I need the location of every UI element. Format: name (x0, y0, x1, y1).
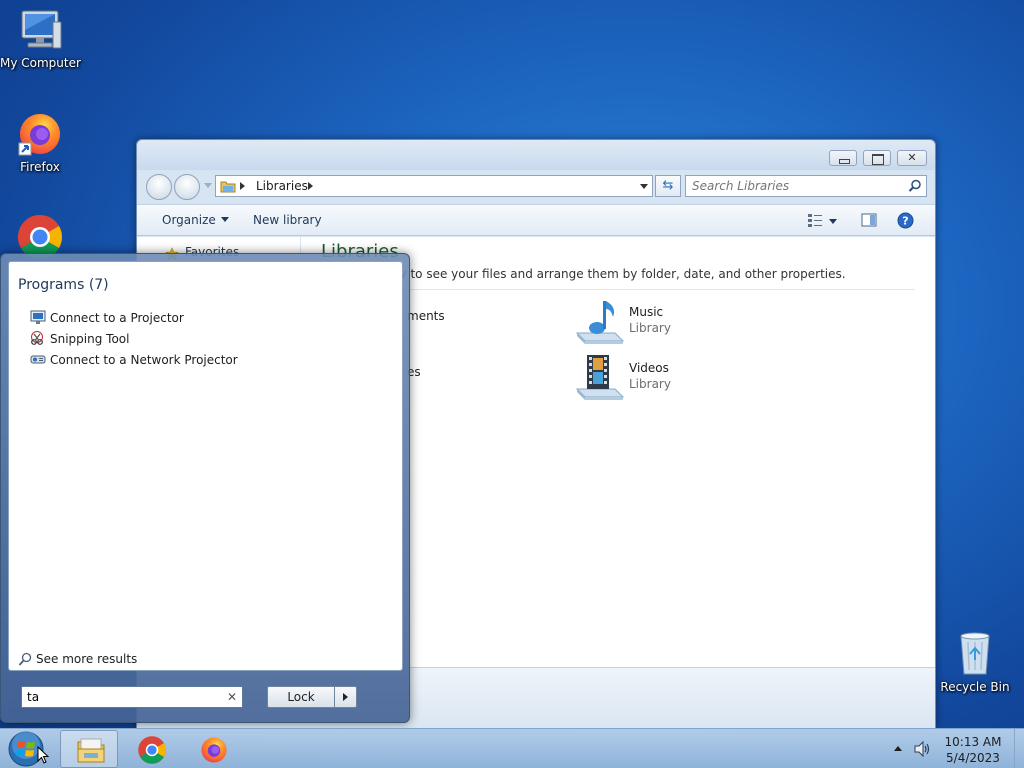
start-search-box[interactable]: ✕ (21, 686, 243, 708)
back-button[interactable] (146, 174, 172, 200)
volume-icon[interactable] (913, 740, 931, 758)
svg-text:?: ? (902, 215, 908, 228)
library-videos[interactable]: Videos Library (575, 353, 755, 403)
show-hidden-icons-button[interactable] (894, 746, 902, 751)
address-bar[interactable]: Libraries (215, 175, 653, 197)
address-history-dropdown[interactable] (640, 184, 648, 189)
refresh-button[interactable]: ⇆ (655, 175, 681, 197)
program-snipping-tool[interactable]: Snipping Tool (30, 329, 390, 349)
clear-search-icon[interactable]: ✕ (227, 690, 237, 704)
clock-date: 5/4/2023 (946, 751, 1000, 765)
firefox-icon (201, 737, 227, 763)
scissors-icon (31, 331, 43, 345)
navigation-bar: Libraries ⇆ (137, 170, 935, 204)
library-music-type: Library (629, 321, 671, 335)
window-titlebar[interactable]: ✕ (137, 140, 935, 170)
program-label: Connect to a Network Projector (50, 353, 238, 367)
firefox-icon (18, 114, 60, 156)
new-library-button[interactable]: New library (253, 213, 322, 227)
search-results-panel: Programs (7) Connect to a Projector Snip… (8, 261, 403, 671)
forward-button[interactable] (174, 174, 200, 200)
see-more-results-label: See more results (36, 652, 138, 666)
close-button[interactable]: ✕ (897, 150, 927, 166)
taskbar-firefox-button[interactable] (184, 730, 242, 768)
desktop-icon-my-computer[interactable]: My Computer (0, 8, 81, 70)
organize-button[interactable]: Organize (162, 213, 229, 227)
start-search-input[interactable] (22, 687, 217, 707)
desktop-icon-label: Firefox (20, 160, 60, 174)
desktop-icon-firefox[interactable]: Firefox (0, 110, 80, 174)
clock-time: 10:13 AM (944, 735, 1002, 749)
program-connect-to-projector[interactable]: Connect to a Projector (30, 308, 390, 328)
maximize-icon (864, 151, 890, 165)
system-clock[interactable]: 10:13 AM 5/4/2023 (940, 734, 1006, 766)
library-documents-label[interactable]: ments (407, 309, 445, 323)
programs-section-title[interactable]: Programs (7) (18, 277, 109, 293)
taskbar-chrome-button[interactable] (122, 730, 180, 768)
desktop-icon-recycle-bin[interactable]: Recycle Bin (935, 630, 1015, 694)
command-bar: Organize New library ? (137, 204, 935, 236)
change-view-icon[interactable] (807, 212, 823, 228)
search-icon (18, 652, 32, 666)
taskbar-explorer-button[interactable] (60, 730, 118, 768)
maximize-button[interactable] (863, 150, 891, 166)
breadcrumb-libraries[interactable]: Libraries (256, 179, 308, 193)
desktop-icon-label: My Computer (0, 56, 81, 70)
library-music-name: Music (629, 305, 664, 319)
search-libraries-box[interactable] (685, 175, 927, 197)
program-label: Snipping Tool (50, 332, 130, 346)
view-options-dropdown[interactable] (829, 219, 837, 224)
divider (321, 289, 915, 290)
recycle-bin-icon (960, 632, 990, 675)
network-projector-icon (30, 355, 46, 364)
start-menu: Programs (7) Connect to a Projector Snip… (0, 253, 410, 723)
show-desktop-button[interactable] (1014, 729, 1024, 768)
recent-pages-dropdown[interactable] (204, 183, 212, 188)
start-menu-footer: ✕ Lock (8, 674, 403, 718)
preview-pane-icon[interactable] (861, 212, 877, 228)
minimize-button[interactable] (829, 150, 857, 166)
libraries-folder-icon (220, 181, 236, 193)
folder-icon (77, 738, 105, 763)
minimize-icon (830, 151, 856, 165)
desktop-icon-label: Recycle Bin (940, 680, 1010, 694)
close-icon: ✕ (907, 151, 917, 164)
lock-button[interactable]: Lock (267, 686, 335, 708)
videos-library-icon (575, 355, 625, 400)
mouse-cursor-icon (37, 746, 49, 764)
library-videos-name: Videos (629, 361, 669, 375)
program-label: Connect to a Projector (50, 311, 184, 325)
organize-label: Organize (162, 213, 216, 227)
program-connect-to-network-projector[interactable]: Connect to a Network Projector (30, 350, 390, 370)
library-music[interactable]: Music Library (575, 297, 755, 347)
shutdown-options-button[interactable] (335, 686, 357, 708)
library-videos-type: Library (629, 377, 671, 391)
chevron-down-icon (220, 217, 229, 222)
projector-icon (30, 310, 46, 324)
refresh-icon: ⇆ (662, 178, 674, 193)
search-icon (908, 179, 921, 192)
chrome-icon (138, 736, 166, 764)
search-libraries-input[interactable] (686, 176, 896, 196)
music-library-icon (575, 301, 625, 344)
breadcrumb-arrow-icon[interactable] (240, 182, 245, 190)
computer-icon (21, 10, 62, 49)
taskbar: 10:13 AM 5/4/2023 (0, 728, 1024, 768)
breadcrumb-arrow-icon[interactable] (308, 182, 313, 190)
help-icon[interactable]: ? (897, 212, 914, 229)
